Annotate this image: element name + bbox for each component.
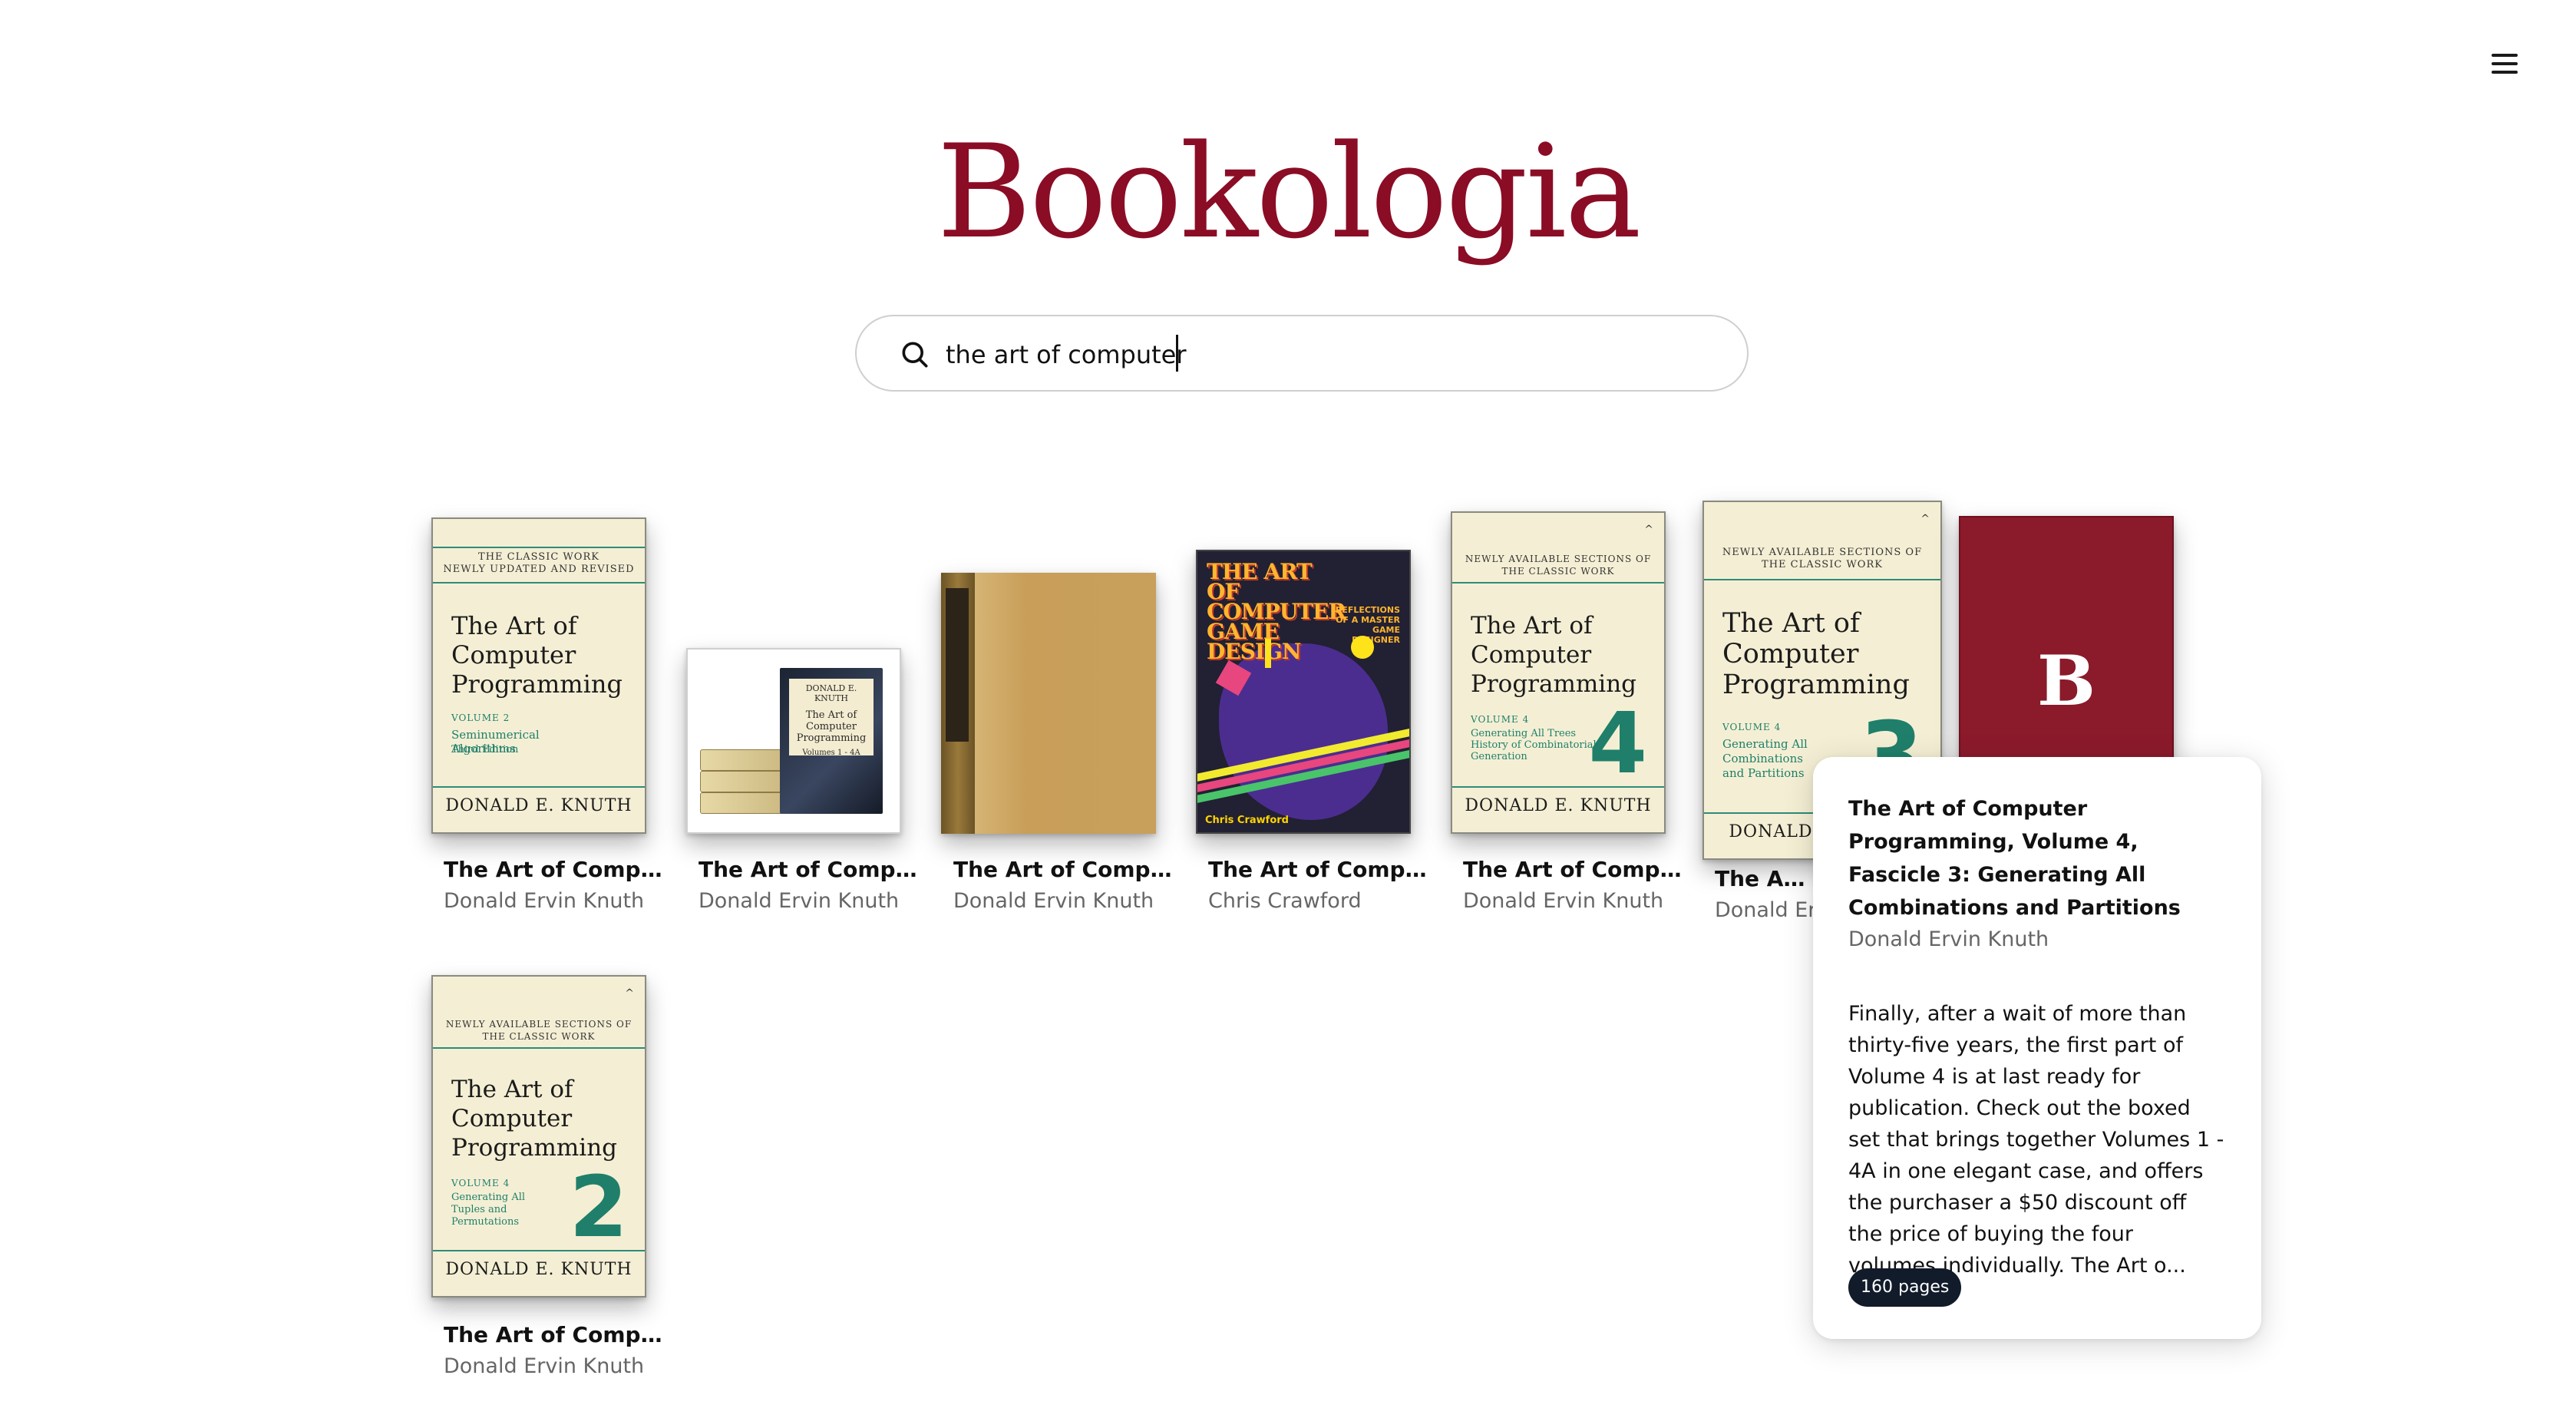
book-preview-popover[interactable]: The Art of Computer Programming, Volume … [1813, 757, 2261, 1339]
search-input[interactable] [946, 330, 1683, 379]
cover-fascicle-number: 4 [1588, 694, 1647, 792]
placeholder-logo: B [2036, 640, 2096, 722]
book-cover[interactable]: ^ NEWLY AVAILABLE SECTIONS OF THE CLASSI… [1451, 511, 1666, 834]
cover-area [941, 513, 1159, 834]
book-author: Donald Ervin Knuth [444, 889, 645, 913]
book-author: Donald Ervin Knuth [444, 1354, 645, 1378]
popover-description: Finally, after a wait of more than thirt… [1848, 1002, 2224, 1278]
cover-tagline: THE CLASSIC WORK NEWLY UPDATED AND REVIS… [443, 551, 635, 575]
boxset-books-image [700, 719, 801, 814]
cover-rule [1452, 582, 1664, 583]
boxset-label: DONALD E. KNUTH The Art of Computer Prog… [789, 679, 874, 757]
book-cover[interactable] [941, 573, 1156, 834]
cover-area: THE CLASSIC WORK NEWLY UPDATED AND REVIS… [431, 513, 649, 834]
book-title[interactable]: The Art of Computer ... [444, 857, 666, 882]
cover-rule [433, 547, 645, 548]
book-author: Donald Ervin Knuth [1463, 889, 1664, 913]
cover-rule [433, 1047, 645, 1049]
cover-volume: VOLUME 4 [451, 1178, 510, 1188]
publisher-logo: ^ [1920, 513, 1930, 525]
boxset-label-author: DONALD E. KNUTH [805, 683, 857, 703]
cover-subtitle: Generating All Tuples and Permutations [451, 1192, 526, 1228]
cover-area: ^ NEWLY AVAILABLE SECTIONS OF THE CLASSI… [431, 969, 649, 1298]
cover-tagline: NEWLY AVAILABLE SECTIONS OF THE CLASSIC … [445, 1019, 632, 1042]
cover-area: ^ NEWLY AVAILABLE SECTIONS OF THE CLASSI… [1451, 511, 1669, 834]
book-cover[interactable]: ^ NEWLY AVAILABLE SECTIONS OF THE CLASSI… [431, 975, 646, 1298]
cover-title: THE ART OF COMPUTER GAME DESIGN [1207, 559, 1346, 664]
cover-author: Chris Crawford [1205, 815, 1289, 826]
text-caret [1176, 335, 1178, 372]
cover-volume: VOLUME 4 [1471, 714, 1530, 725]
cover-title: The Art of Computer Programming [451, 611, 623, 699]
popover-author: Donald Ervin Knuth [1848, 927, 2049, 951]
book-title[interactable]: The Art of Computer ... [444, 1322, 666, 1347]
cover-subtitle: Generating All Trees History of Combinat… [1471, 728, 1597, 762]
hamburger-line [2492, 71, 2518, 74]
book-cover[interactable]: DONALD E. KNUTH The Art of Computer Prog… [686, 648, 901, 834]
book-cover[interactable]: THE ART OF COMPUTER GAME DESIGN REFLECTI… [1196, 550, 1411, 834]
book-title[interactable]: The Art of Computer ... [1715, 866, 1815, 891]
site-logo[interactable]: Bookologia [0, 115, 2576, 269]
cover-rule [1452, 786, 1664, 788]
page-count-badge: 160 pages [1848, 1268, 1962, 1307]
cover-circle [1351, 636, 1374, 659]
cover-rule [433, 786, 645, 788]
book-title[interactable]: The Art of Computer ... [698, 857, 921, 882]
book-author: Donald Ervin Knuth [1715, 898, 1815, 922]
book-author: Chris Crawford [1208, 889, 1362, 913]
menu-button[interactable] [2488, 51, 2521, 77]
cover-author: DONALD E. KNUTH [445, 1260, 632, 1279]
cover-title: The Art of Computer Programming [451, 1076, 618, 1162]
book-author: Donald Ervin Knuth [698, 889, 900, 913]
hamburger-menu-icon [2492, 54, 2518, 57]
cover-volume: VOLUME 2 [451, 712, 510, 723]
cover-fascicle-number: 2 [569, 1158, 628, 1256]
cover-author: DONALD E. KNUTH [1465, 796, 1652, 815]
cover-title: The Art of Computer Programming [1471, 612, 1637, 698]
publisher-logo: ^ [625, 987, 634, 1000]
book-author: Donald Ervin Knuth [953, 889, 1154, 913]
boxset-label-title: The Art of Computer Programming [796, 709, 867, 744]
cover-spine [941, 573, 975, 834]
cover-rule [433, 1250, 645, 1251]
cover-tagline: NEWLY AVAILABLE SECTIONS OF THE CLASSIC … [1465, 554, 1652, 577]
search-bar[interactable] [855, 315, 1749, 392]
cover-rule [433, 582, 645, 583]
cover-title: The Art of Computer Programming [1722, 608, 1910, 700]
cover-rule [1704, 579, 1940, 580]
book-title[interactable]: The Art of Computer ... [1463, 857, 1686, 882]
boxset-case-image: DONALD E. KNUTH The Art of Computer Prog… [780, 668, 883, 814]
cover-area: THE ART OF COMPUTER GAME DESIGN REFLECTI… [1196, 513, 1414, 834]
cover-author: DONALD E. KNUTH [445, 796, 632, 815]
search-icon [902, 342, 928, 368]
cover-area: DONALD E. KNUTH The Art of Computer Prog… [686, 513, 904, 834]
cover-tagline: NEWLY AVAILABLE SECTIONS OF THE CLASSIC … [1722, 547, 1923, 570]
spine-label [946, 588, 969, 742]
hamburger-line [2492, 62, 2518, 65]
popover-title[interactable]: The Art of Computer Programming, Volume … [1848, 792, 2226, 924]
cover-edition: Third Edition [451, 744, 519, 755]
book-cover[interactable]: THE CLASSIC WORK NEWLY UPDATED AND REVIS… [431, 517, 646, 834]
cover-volume: VOLUME 4 [1722, 722, 1782, 732]
book-title[interactable]: The Art of Computer ... [953, 857, 1176, 882]
boxset-label-volumes: Volumes 1 - 4A [802, 749, 860, 757]
cover-subtitle: Generating All Combinations and Partitio… [1722, 737, 1808, 780]
cover-exclaim [1265, 639, 1271, 668]
book-title[interactable]: The Art of Computer ... [1208, 857, 1431, 882]
publisher-logo: ^ [1644, 524, 1653, 536]
